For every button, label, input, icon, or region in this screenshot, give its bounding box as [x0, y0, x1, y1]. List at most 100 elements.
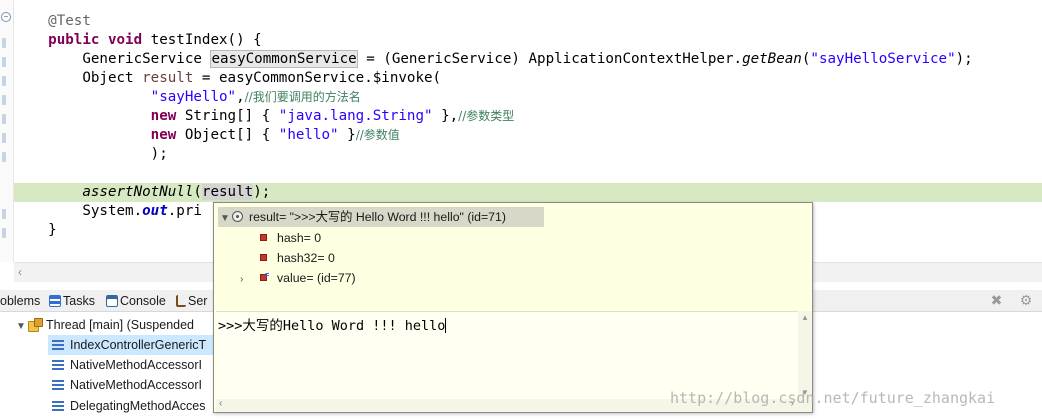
code-text: (	[193, 184, 202, 200]
variable-node-result[interactable]: ▼ result= ">>>大写的 Hello Word !!! hello" (…	[218, 207, 544, 227]
code-text: ,	[236, 89, 245, 105]
scroll-up-icon[interactable]: ▲	[801, 313, 809, 322]
variable-node-hash[interactable]: hash= 0	[260, 228, 321, 248]
chevron-down-icon[interactable]: ▼	[220, 209, 232, 229]
stack-frame-icon	[52, 401, 64, 411]
code-line[interactable]	[14, 164, 1042, 183]
stack-frame-label: NativeMethodAccessorI	[70, 358, 203, 372]
tasks-icon	[49, 295, 61, 307]
code-text: }	[338, 127, 356, 143]
thread-label: Thread [main] (Suspended	[46, 318, 195, 332]
code-text: );	[150, 146, 168, 162]
code-line[interactable]: GenericService easyCommonService = (Gene…	[14, 50, 1042, 69]
code-line[interactable]: "sayHello",//我们要调用的方法名	[14, 88, 1042, 107]
final-field-icon	[260, 267, 269, 287]
variable-label: result= ">>>大写的 Hello Word !!! hello" (i…	[249, 210, 506, 224]
variable-label: value= (id=77)	[277, 271, 356, 285]
console-tab-label: Console	[120, 294, 166, 308]
problems-tab-label: oblems	[0, 294, 41, 308]
change-marker-icon	[2, 57, 6, 67]
stack-frame-label: IndexControllerGenericT	[70, 338, 207, 352]
code-line[interactable]: public void testIndex() {	[14, 31, 1042, 50]
code-text: testIndex() {	[142, 32, 262, 48]
chevron-down-icon[interactable]: ▼	[16, 317, 28, 337]
change-marker-icon	[2, 38, 6, 48]
code-text: );	[955, 51, 973, 67]
variable-node-hash32[interactable]: hash32= 0	[260, 248, 335, 268]
console-icon	[106, 295, 118, 307]
private-field-icon	[260, 254, 267, 261]
string-token: "sayHelloService"	[810, 51, 956, 67]
code-text: = easyCommonService.$invoke(	[193, 70, 442, 86]
debug-options-icon[interactable]: ⚙	[1018, 292, 1034, 308]
code-line[interactable]: @Test	[14, 12, 1042, 31]
variable-node-value[interactable]: › value= (id=77)	[240, 267, 356, 290]
thread-suspended-icon	[28, 318, 43, 332]
keyword-token: new	[150, 127, 177, 143]
code-text: Object	[82, 70, 143, 86]
code-text: = (GenericService) ApplicationContextHel…	[357, 51, 743, 67]
keyword-token: void	[107, 32, 143, 48]
code-text: }	[48, 222, 57, 238]
code-text: GenericService	[82, 51, 211, 67]
variable-detail-pane[interactable]: >>>大写的Hello Word !!! hello	[216, 311, 800, 399]
tab-console[interactable]: Console	[106, 293, 166, 309]
code-text: String[] {	[176, 108, 279, 124]
change-marker-icon	[2, 209, 6, 219]
code-text: },	[432, 108, 459, 124]
variable-token: result	[142, 70, 194, 86]
method-token: getBean	[742, 51, 802, 67]
comment-token: //参数类型	[458, 109, 515, 123]
chevron-right-icon[interactable]: ›	[240, 270, 260, 290]
thread-node[interactable]: ▼ Thread [main] (Suspended	[16, 315, 194, 335]
fold-collapse-icon[interactable]: −	[1, 12, 11, 22]
stack-frame-icon	[52, 380, 64, 390]
change-marker-icon	[2, 76, 6, 86]
code-line[interactable]: );	[14, 145, 1042, 164]
stack-frame-icon	[52, 360, 64, 370]
code-line[interactable]: new Object[] { "hello" }//参数值	[14, 126, 1042, 145]
keyword-token: public	[48, 32, 100, 48]
servers-tab-label: Ser	[188, 294, 208, 308]
detail-value-text: >>>大写的Hello Word !!! hello	[218, 318, 446, 334]
tab-servers[interactable]: Ser	[176, 293, 207, 309]
change-marker-icon	[2, 152, 6, 162]
detail-vertical-scrollbar[interactable]: ▲ ▼	[798, 311, 812, 399]
stack-frame-label: NativeMethodAccessorI	[70, 378, 203, 392]
stack-frame-icon	[52, 340, 64, 350]
stack-frame[interactable]: DelegatingMethodAcces	[52, 396, 206, 416]
inspect-popup[interactable]: ▼ result= ">>>大写的 Hello Word !!! hello" (…	[213, 202, 813, 413]
servers-icon	[176, 295, 186, 307]
remove-all-terminated-icon[interactable]: ✖	[989, 292, 1005, 308]
watermark-text: http://blog.csdn.net/future_zhangkai	[670, 389, 996, 407]
code-line[interactable]: new String[] { "java.lang.String" },//参数…	[14, 107, 1042, 126]
code-text: Object[] {	[176, 127, 279, 143]
stack-frame-selected[interactable]: IndexControllerGenericT	[48, 335, 214, 355]
code-text: );	[253, 184, 271, 200]
scroll-left-icon[interactable]: ‹	[18, 265, 22, 279]
view-toolbar: ✖ ⚙	[979, 292, 1034, 308]
change-marker-icon	[2, 95, 6, 105]
private-field-icon	[260, 234, 267, 241]
code-line[interactable]: Object result = easyCommonService.$invok…	[14, 69, 1042, 88]
scroll-left-icon[interactable]: ‹	[219, 398, 222, 409]
string-token: "java.lang.String"	[278, 108, 433, 124]
stack-frame[interactable]: NativeMethodAccessorI	[52, 355, 202, 375]
variable-label: hash= 0	[277, 231, 322, 245]
tab-tasks[interactable]: Tasks	[49, 293, 95, 309]
code-text: System.	[82, 203, 143, 219]
field-token: out	[142, 203, 168, 219]
change-marker-icon	[2, 114, 6, 124]
editor-gutter: −	[0, 0, 14, 262]
comment-token: //我们要调用的方法名	[244, 90, 361, 104]
comment-token: //参数值	[355, 128, 400, 142]
current-debug-line[interactable]: assertNotNull(result);	[14, 183, 1042, 202]
code-text: .pri	[167, 203, 202, 219]
string-token: "sayHello"	[150, 89, 237, 105]
stack-frame[interactable]: NativeMethodAccessorI	[52, 375, 202, 395]
tab-problems[interactable]: oblems	[0, 293, 40, 309]
variable-token: easyCommonService	[210, 50, 358, 68]
string-token: "hello"	[278, 127, 339, 143]
variable-label: hash32= 0	[277, 251, 335, 265]
change-marker-icon	[2, 228, 6, 238]
